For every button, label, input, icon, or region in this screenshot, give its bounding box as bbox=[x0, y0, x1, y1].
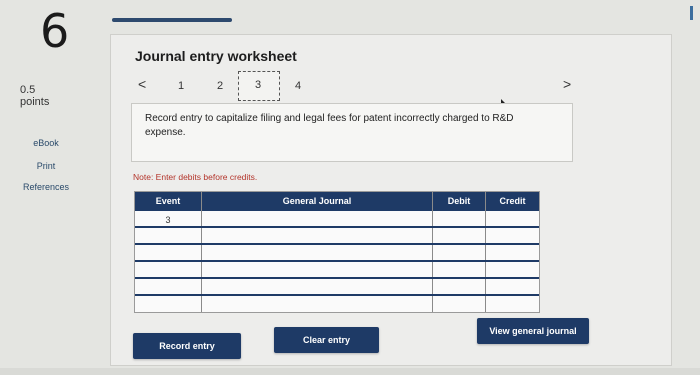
credit-input[interactable] bbox=[487, 262, 537, 276]
worksheet-title: Journal entry worksheet bbox=[135, 48, 297, 64]
debit-input[interactable] bbox=[434, 212, 484, 226]
credit-input[interactable] bbox=[487, 296, 537, 310]
credit-input[interactable] bbox=[487, 212, 537, 226]
debit-input[interactable] bbox=[434, 262, 484, 276]
points-block: 0.5 points bbox=[20, 84, 49, 108]
chevron-left-icon[interactable]: < bbox=[138, 76, 146, 92]
debit-input[interactable] bbox=[434, 228, 484, 242]
debit-input[interactable] bbox=[434, 245, 484, 259]
credit-input[interactable] bbox=[487, 279, 537, 293]
account-input[interactable] bbox=[203, 279, 431, 293]
sidebar-item-references[interactable]: References bbox=[0, 182, 92, 192]
sidebar-item-print[interactable]: Print bbox=[0, 161, 92, 171]
account-input[interactable] bbox=[203, 262, 431, 276]
record-entry-button[interactable]: Record entry bbox=[133, 333, 241, 359]
sidebar-item-ebook[interactable]: eBook bbox=[0, 138, 92, 148]
clear-entry-button[interactable]: Clear entry bbox=[274, 327, 379, 353]
instruction-text: Record entry to capitalize filing and le… bbox=[145, 113, 514, 138]
edge-marker bbox=[690, 6, 693, 20]
points-value: 0.5 bbox=[20, 84, 36, 96]
header-debit: Debit bbox=[433, 192, 485, 211]
journal-table: Event General Journal Debit Credit 3 bbox=[134, 191, 540, 313]
chevron-right-icon[interactable]: > bbox=[563, 76, 571, 92]
instruction-box: Record entry to capitalize filing and le… bbox=[131, 103, 573, 162]
header-event: Event bbox=[135, 192, 201, 211]
debit-input[interactable] bbox=[434, 296, 484, 310]
header-credit: Credit bbox=[486, 192, 539, 211]
bottom-strip bbox=[0, 368, 700, 375]
account-input[interactable] bbox=[203, 228, 431, 242]
account-input[interactable] bbox=[203, 245, 431, 259]
event-number: 3 bbox=[165, 215, 171, 225]
page-3[interactable]: 3 bbox=[250, 79, 266, 91]
page-4[interactable]: 4 bbox=[290, 80, 306, 92]
credit-input[interactable] bbox=[487, 245, 537, 259]
points-label: points bbox=[20, 96, 50, 108]
debit-input[interactable] bbox=[434, 279, 484, 293]
account-input[interactable] bbox=[203, 296, 431, 310]
header-general-journal: General Journal bbox=[202, 192, 432, 211]
account-input[interactable] bbox=[203, 212, 431, 226]
question-number: 6 bbox=[40, 4, 70, 58]
page-2[interactable]: 2 bbox=[212, 80, 228, 92]
credit-input[interactable] bbox=[487, 228, 537, 242]
header-rule bbox=[112, 18, 232, 22]
view-general-journal-button[interactable]: View general journal bbox=[477, 318, 589, 344]
note-text: Note: Enter debits before credits. bbox=[133, 172, 258, 182]
page-1[interactable]: 1 bbox=[173, 80, 189, 92]
